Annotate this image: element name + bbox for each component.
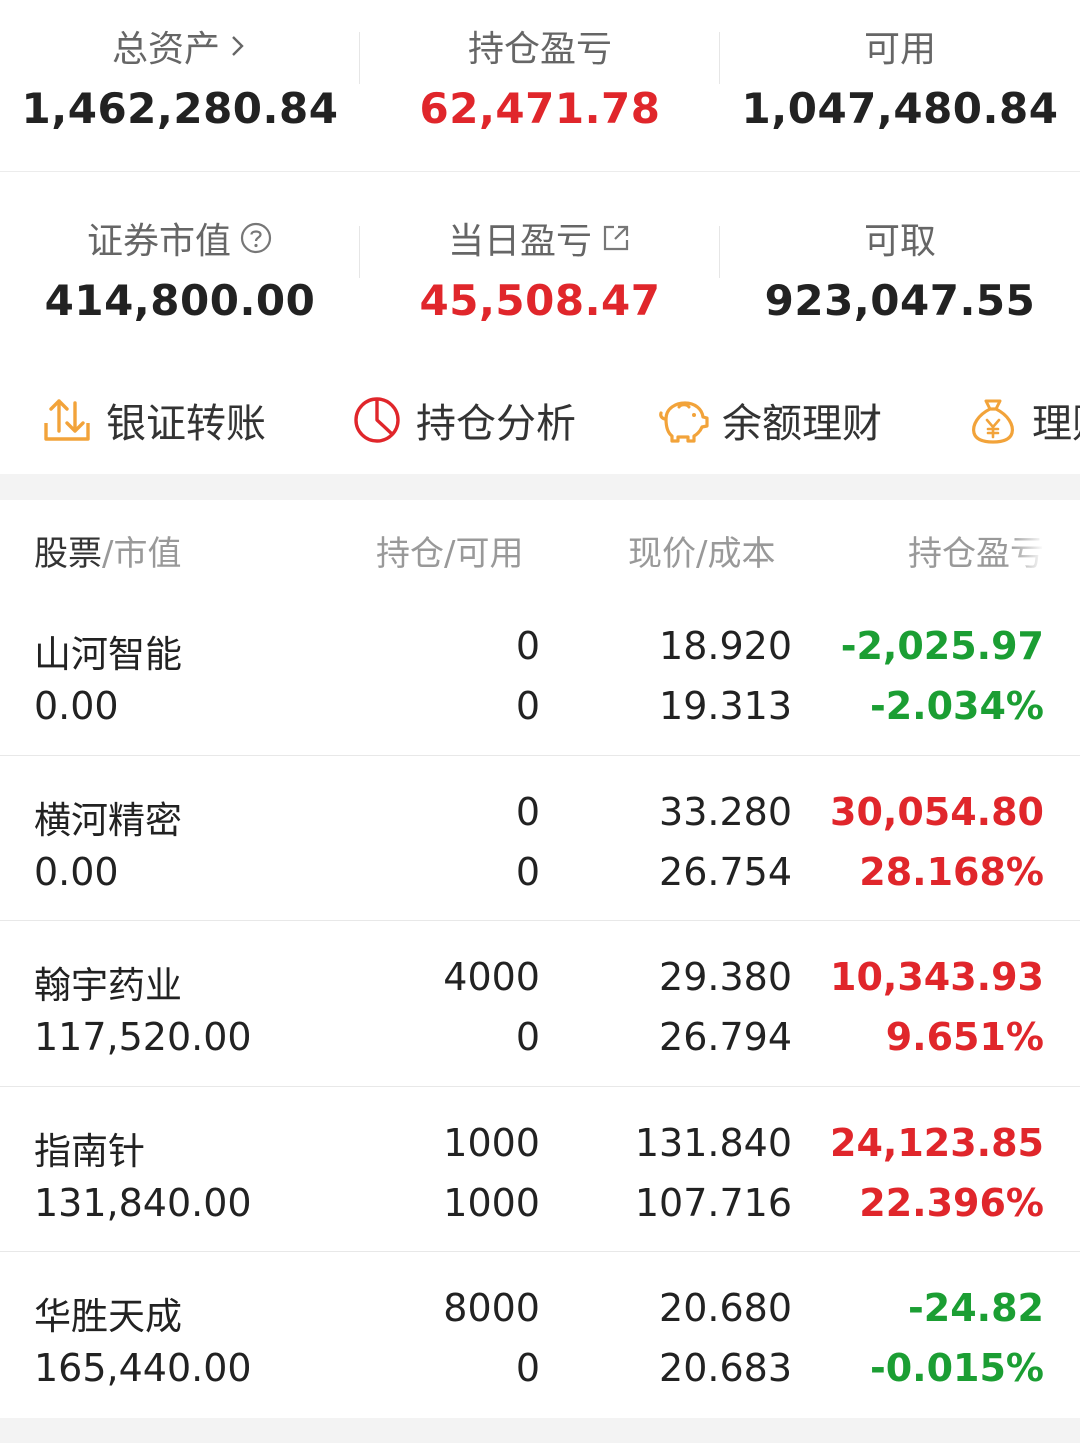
current-price: 20.680 [659,1286,792,1330]
section-separator [0,474,1080,500]
current-price: 29.380 [659,955,792,999]
transfer-icon [44,399,90,441]
daily-pl-value: 45,508.47 [419,276,661,325]
bank-transfer-label: 银证转账 [106,401,266,447]
balance-finance-label: 余额理财 [722,401,882,447]
market-value: 165,440.00 [34,1346,252,1390]
market-value: 131,840.00 [34,1180,252,1225]
stock-name: 横河精密 [34,798,182,842]
position-qty: 8000 [443,1286,540,1330]
holdings-list: 山河智能 0.00 0 0 18.920 19.313 -2,025.97 -2… [0,590,1080,1418]
market-value: 0.00 [34,684,119,728]
position-analysis-button[interactable]: 持仓分析 [350,391,576,449]
available-qty: 0 [515,1015,540,1059]
securities-value-value: 414,800.00 [44,276,316,325]
position-pl-percent: 22.396% [859,1180,1044,1225]
daily-pl-label: 当日盈亏 [447,221,592,262]
current-price: 131.840 [634,1120,792,1165]
header-position-pl[interactable]: 持仓盈亏 [908,526,1044,575]
position-qty: 0 [515,789,540,834]
position-pl: 24,123.85 [830,1120,1044,1165]
total-assets-label: 总资产 [111,29,220,70]
position-pl-cell: 持仓盈亏 62,471.78 [360,0,720,171]
market-value: 0.00 [34,849,119,894]
header-price-cost[interactable]: 现价/成本 [628,526,775,575]
withdrawable-cell: 可取 923,047.55 [720,172,1080,350]
position-qty: 1000 [443,1120,540,1165]
wealth-management-button[interactable]: 理财 [966,391,1080,449]
withdrawable-value: 923,047.55 [764,276,1036,325]
current-price: 33.280 [659,789,792,834]
holding-row[interactable]: 山河智能 0.00 0 0 18.920 19.313 -2,025.97 -2… [0,590,1080,756]
stock-name: 翰宇药业 [34,964,182,1007]
position-pl-percent: 9.651% [885,1015,1044,1059]
position-pl-percent: -2.034% [869,684,1044,728]
cost-price: 19.313 [659,684,792,728]
securities-value-cell: 证券市值 414,800.00 [0,172,360,350]
position-pl: 30,054.80 [830,789,1044,834]
quick-actions-toolbar: 银证转账 持仓分析 余额理财 理财 [0,380,1080,460]
available-cell: 可用 1,047,480.84 [720,0,1080,171]
help-icon[interactable] [239,221,273,255]
holding-row[interactable]: 横河精密 0.00 0 0 33.280 26.754 30,054.80 28… [0,756,1080,921]
holding-row[interactable]: 指南针 131,840.00 1000 1000 131.840 107.716… [0,1087,1080,1252]
cost-price: 26.754 [659,849,792,894]
daily-pl-cell[interactable]: 当日盈亏 45,508.47 [360,172,720,350]
cost-price: 20.683 [659,1346,792,1390]
money-bag-icon [972,399,1014,444]
available-qty: 1000 [443,1180,540,1225]
position-pl: -24.82 [908,1286,1044,1330]
piggy-bank-icon [659,401,709,443]
securities-value-label: 证券市值 [86,221,231,262]
header-stock-market-value[interactable]: 股票/市值 [34,526,181,575]
available-qty: 0 [515,1346,540,1390]
stock-name: 指南针 [34,1129,145,1173]
summary-row-bottom: 证券市值 414,800.00 当日盈亏 45,508.47 可取 923,04… [0,172,1080,350]
stock-name: 华胜天成 [34,1295,182,1338]
position-pl-percent: 28.168% [859,849,1044,894]
holding-row[interactable]: 华胜天成 165,440.00 8000 0 20.680 20.683 -24… [0,1252,1080,1418]
available-qty: 0 [515,684,540,728]
position-pl-label: 持仓盈亏 [467,29,612,70]
chevron-right-icon [232,36,244,56]
cost-price: 26.794 [659,1015,792,1059]
external-link-icon [603,225,629,251]
total-assets-value: 1,462,280.84 [21,84,339,133]
holding-row[interactable]: 翰宇药业 117,520.00 4000 0 29.380 26.794 10,… [0,921,1080,1087]
bottom-separator [0,1418,1080,1443]
balance-finance-button[interactable]: 余额理财 [656,391,882,449]
position-analysis-label: 持仓分析 [416,401,576,447]
summary-row-top: 总资产 1,462,280.84 持仓盈亏 62,471.78 可用 1,047… [0,0,1080,172]
position-qty: 4000 [443,955,540,999]
market-value: 117,520.00 [34,1015,252,1059]
available-qty: 0 [515,849,540,894]
current-price: 18.920 [659,624,792,668]
wealth-management-label: 理财 [1032,401,1080,447]
withdrawable-label: 可取 [863,221,936,262]
pie-chart-icon [354,397,400,443]
position-pl-percent: -0.015% [869,1346,1044,1390]
available-label: 可用 [863,29,936,70]
stock-name: 山河智能 [34,633,182,676]
holdings-table-header: 股票/市值 持仓/可用 现价/成本 持仓盈亏 [0,500,1080,590]
header-position-available[interactable]: 持仓/可用 [376,526,523,575]
cost-price: 107.716 [634,1180,792,1225]
position-qty: 0 [515,624,540,668]
position-pl: -2,025.97 [840,624,1044,668]
bank-transfer-button[interactable]: 银证转账 [40,391,266,449]
available-value: 1,047,480.84 [741,84,1059,133]
position-pl-value: 62,471.78 [419,84,661,133]
position-pl: 10,343.93 [830,955,1044,999]
total-assets-cell[interactable]: 总资产 1,462,280.84 [0,0,360,171]
